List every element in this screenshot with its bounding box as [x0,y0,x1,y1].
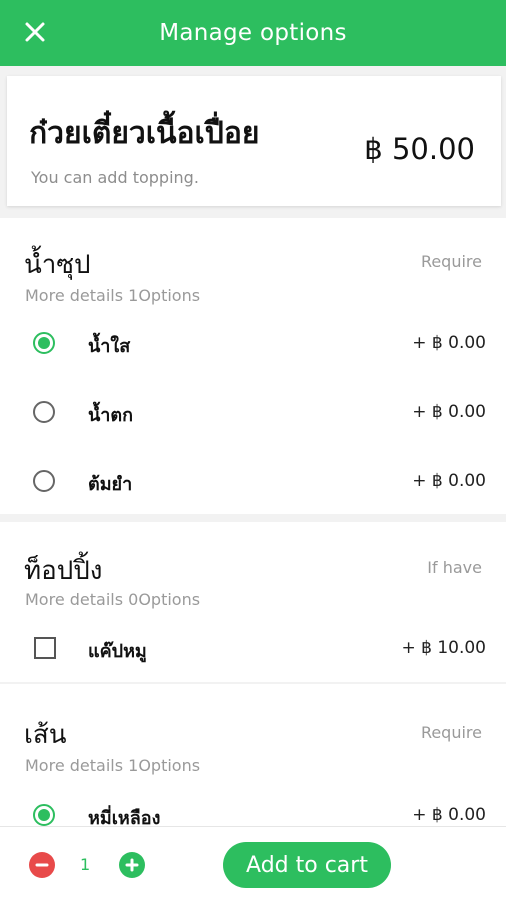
group-title: เส้น [24,720,67,750]
checkbox-empty-icon[interactable] [34,637,56,659]
cart-footer: 1 Add to cart [0,826,506,900]
option-row[interactable]: แค๊ปหมู + ฿ 10.00 [0,623,506,673]
option-label: ต้มยำ [88,474,133,495]
group-details: More details 1Options [25,286,201,305]
option-row[interactable]: น้ำตก + ฿ 0.00 [0,387,506,437]
group-requirement-tag: If have [427,558,482,577]
radio-empty-icon[interactable] [33,470,55,492]
group-details: More details 1Options [25,756,201,775]
option-group-noodle: เส้น Require More details 1Options หมี่เ… [0,684,506,826]
plus-icon[interactable] [119,852,145,878]
page-title: Manage options [159,20,347,46]
app-header: Manage options [0,0,506,66]
product-price: ฿ 50.00 [364,132,475,166]
group-title: ท็อปปิ้ง [24,556,103,586]
option-row[interactable]: หมี่เหลือง + ฿ 0.00 [0,790,506,826]
radio-empty-icon[interactable] [33,401,55,423]
radio-selected-icon[interactable] [33,332,55,354]
radio-selected-icon[interactable] [33,804,55,826]
product-name: ก๋วยเตี๋ยวเนื้อเปื่อย [29,116,260,151]
option-label: น้ำตก [88,405,133,426]
group-requirement-tag: Require [420,252,482,271]
close-icon[interactable] [22,19,48,45]
option-group-soup: น้ำซุป Require More details 1Options น้ำ… [0,218,506,514]
option-group-topping: ท็อปปิ้ง If have More details 0Options แ… [0,522,506,682]
option-row[interactable]: ต้มยำ + ฿ 0.00 [0,456,506,506]
option-price: + ฿ 10.00 [401,638,486,658]
option-row[interactable]: น้ำใส + ฿ 0.00 [0,318,506,368]
add-to-cart-button[interactable]: Add to cart [223,842,391,888]
product-card: ก๋วยเตี๋ยวเนื้อเปื่อย You can add toppin… [7,76,501,206]
option-price: + ฿ 0.00 [412,402,486,422]
option-price: + ฿ 0.00 [412,471,486,491]
group-title: น้ำซุป [24,250,91,280]
product-subtitle: You can add topping. [31,168,199,187]
group-requirement-tag: Require [420,723,482,742]
minus-icon[interactable] [29,852,55,878]
option-price: + ฿ 0.00 [412,805,486,825]
option-label: แค๊ปหมู [88,641,147,662]
option-price: + ฿ 0.00 [412,333,486,353]
quantity-value: 1 [80,855,91,874]
options-scroll-area[interactable]: ก๋วยเตี๋ยวเนื้อเปื่อย You can add toppin… [0,66,506,826]
option-label: หมี่เหลือง [88,808,161,826]
option-label: น้ำใส [88,336,131,357]
group-details: More details 0Options [25,590,201,609]
